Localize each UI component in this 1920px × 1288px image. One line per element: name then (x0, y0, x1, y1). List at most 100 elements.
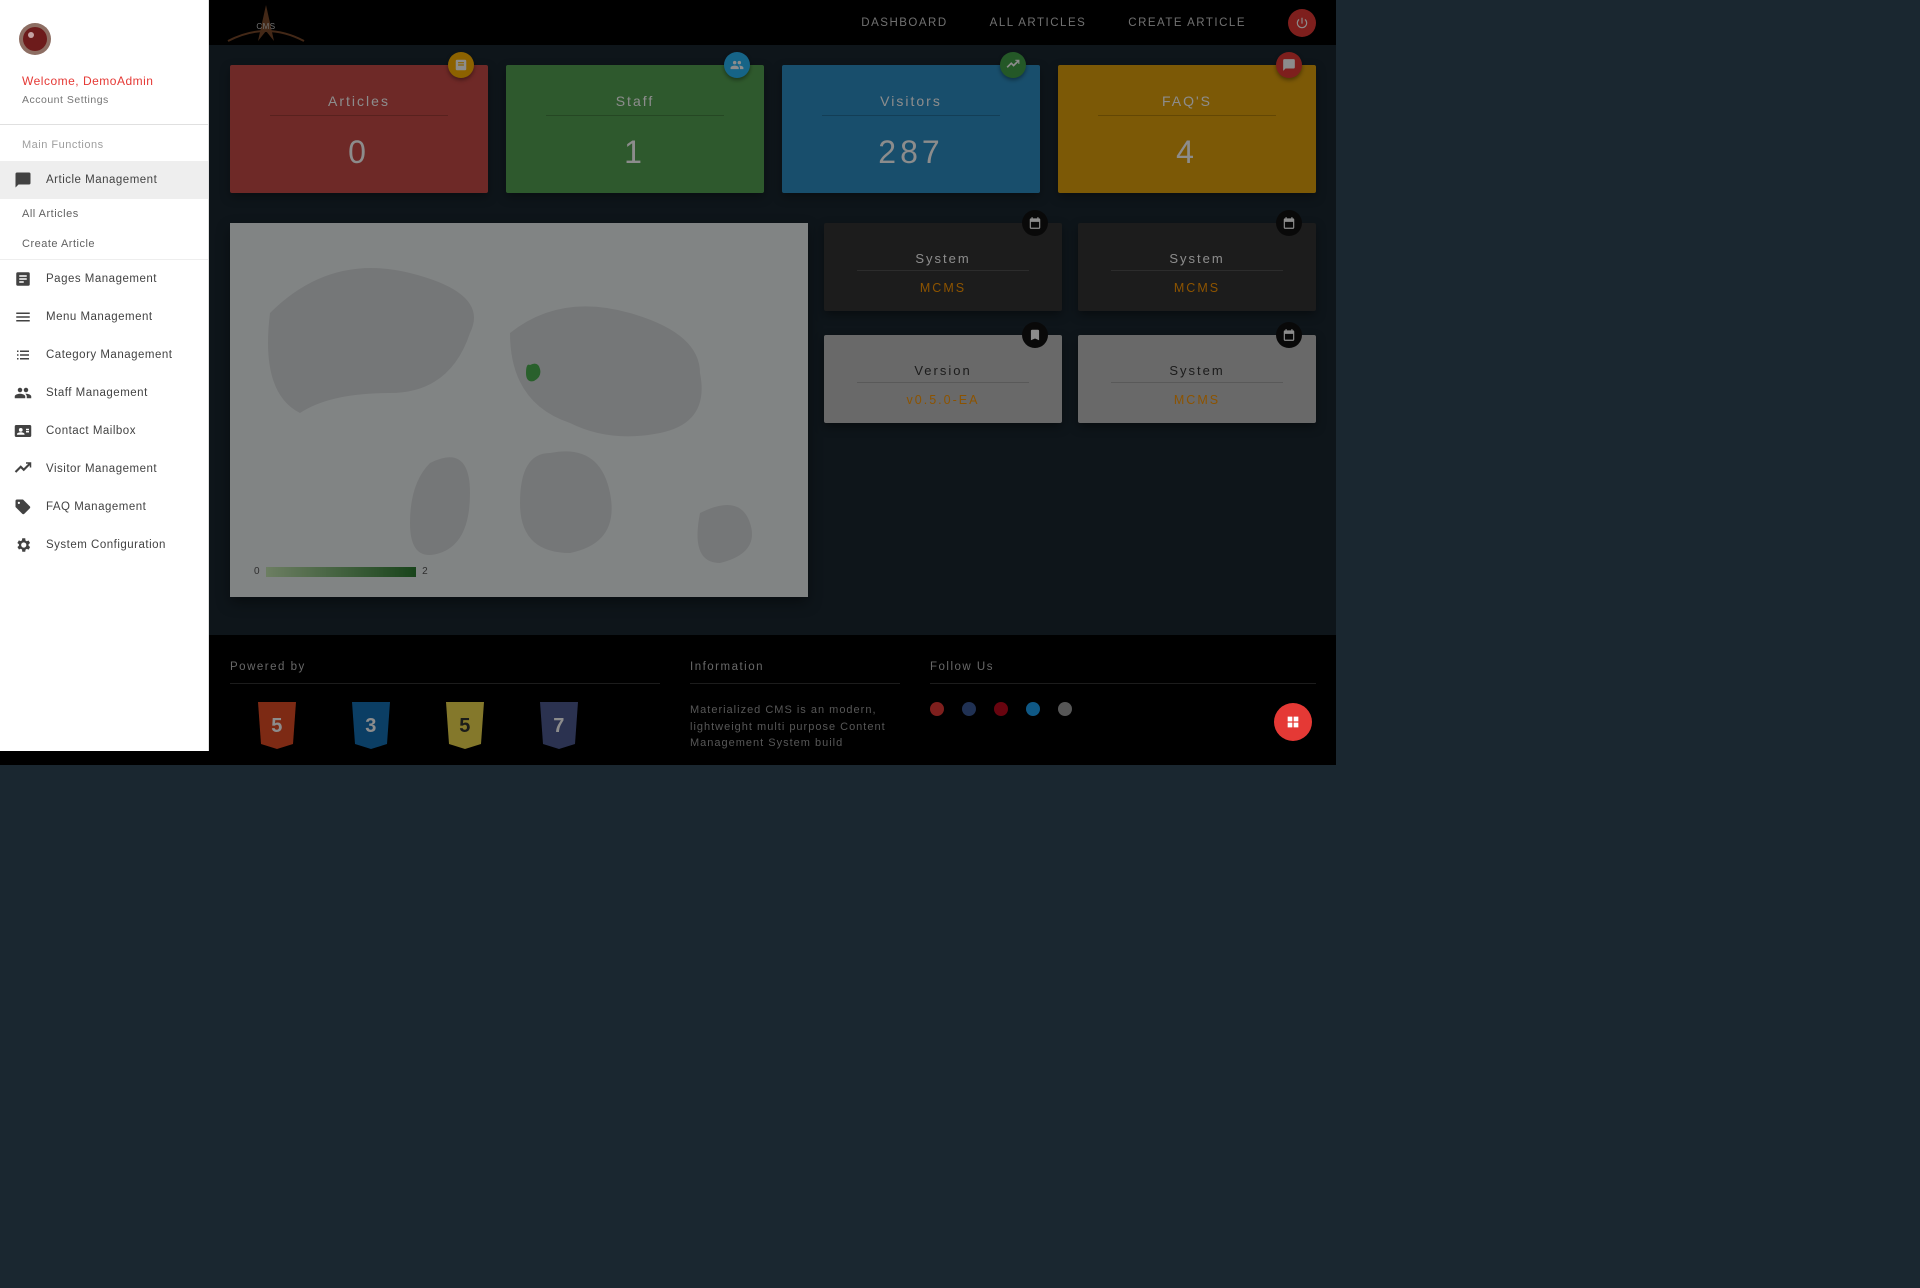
footer-powered: Powered by 5 3 5 7 (230, 661, 660, 765)
php7-icon: 7 (536, 702, 582, 759)
card-value: 287 (800, 134, 1022, 171)
sidebar-drawer: Welcome, DemoAdmin Account Settings Main… (0, 0, 209, 751)
calendar-icon (1276, 210, 1302, 236)
calendar-icon (1276, 322, 1302, 348)
svg-text:3: 3 (365, 715, 377, 737)
mini-value: MCMS (1090, 393, 1304, 407)
footer-info: Information Materialized CMS is an moder… (690, 661, 900, 765)
nav-label: FAQ Management (46, 501, 146, 513)
nav-system-config[interactable]: System Configuration (0, 526, 208, 564)
row-map-minis: 0 2 System MCMS System MCMS Version v0.5… (230, 223, 1316, 597)
footer-hdr-powered: Powered by (230, 661, 660, 684)
menu-icon (14, 308, 32, 326)
brand-mark: CMS (218, 0, 314, 45)
stat-card-visitors[interactable]: Visitors 287 (782, 65, 1040, 193)
card-value: 4 (1076, 134, 1298, 171)
social-links (930, 702, 1316, 716)
people-icon (724, 52, 750, 78)
nav-pages-management[interactable]: Pages Management (0, 260, 208, 298)
trend-icon (1000, 52, 1026, 78)
chat-icon (1276, 52, 1302, 78)
footer-hdr-info: Information (690, 661, 900, 684)
mini-system-3[interactable]: System MCMS (1078, 335, 1316, 423)
nav-label: Menu Management (46, 311, 153, 323)
css3-icon: 3 (348, 702, 394, 759)
mini-title: Version (857, 363, 1028, 383)
contact-icon (14, 422, 32, 440)
fab-button[interactable] (1274, 703, 1312, 741)
stat-card-staff[interactable]: Staff 1 (506, 65, 764, 193)
welcome-text: Welcome, DemoAdmin (0, 74, 208, 94)
top-nav: DASHBOARD ALL ARTICLES CREATE ARTICLE (861, 9, 1316, 37)
people-icon (14, 384, 32, 402)
legend-min: 0 (254, 566, 260, 577)
svg-text:CMS: CMS (256, 22, 275, 31)
footer-hdr-follow: Follow Us (930, 661, 1316, 684)
brand-logo (0, 0, 208, 74)
map-legend: 0 2 (254, 566, 428, 577)
mini-title: System (857, 251, 1028, 271)
mini-system-1[interactable]: System MCMS (824, 223, 1062, 311)
social-other-icon[interactable] (1058, 702, 1072, 716)
card-title: FAQ'S (1098, 93, 1276, 116)
nav-visitor-management[interactable]: Visitor Management (0, 450, 208, 488)
mini-title: System (1111, 363, 1282, 383)
nav-label: Pages Management (46, 273, 157, 285)
nav-label: Contact Mailbox (46, 425, 136, 437)
card-title: Visitors (822, 93, 1000, 116)
card-value: 1 (524, 134, 746, 171)
tech-logos: 5 3 5 7 (230, 702, 660, 759)
mini-version[interactable]: Version v0.5.0-EA (824, 335, 1062, 423)
html5-icon: 5 (254, 702, 300, 759)
footer-follow: Follow Us (930, 661, 1316, 765)
mini-value: MCMS (836, 281, 1050, 295)
card-title: Articles (270, 93, 448, 116)
nav-menu-management[interactable]: Menu Management (0, 298, 208, 336)
sub-all-articles[interactable]: All Articles (0, 199, 208, 229)
topnav-all-articles[interactable]: ALL ARTICLES (990, 17, 1087, 29)
nav-label: Visitor Management (46, 463, 157, 475)
nav-contact-mailbox[interactable]: Contact Mailbox (0, 412, 208, 450)
card-title: Staff (546, 93, 724, 116)
stat-card-articles[interactable]: Articles 0 (230, 65, 488, 193)
topnav-dashboard[interactable]: DASHBOARD (861, 17, 947, 29)
tag-icon (14, 498, 32, 516)
note-icon (448, 52, 474, 78)
nav-label: System Configuration (46, 539, 166, 551)
article-icon (14, 270, 32, 288)
legend-bar (266, 567, 416, 577)
chat-icon (14, 171, 32, 189)
trend-icon (14, 460, 32, 478)
power-button[interactable] (1288, 9, 1316, 37)
nav-category-management[interactable]: Category Management (0, 336, 208, 374)
nav-label: Article Management (46, 174, 157, 186)
mini-value: v0.5.0-EA (836, 393, 1050, 407)
svg-text:5: 5 (459, 715, 471, 737)
nav-label: Staff Management (46, 387, 148, 399)
mini-value: MCMS (1090, 281, 1304, 295)
calendar-icon (1022, 210, 1048, 236)
sub-create-article[interactable]: Create Article (0, 229, 208, 259)
section-header: Main Functions (0, 125, 208, 161)
world-map-svg (230, 223, 808, 597)
visitor-map[interactable]: 0 2 (230, 223, 808, 597)
social-youtube-icon[interactable] (930, 702, 944, 716)
nav-staff-management[interactable]: Staff Management (0, 374, 208, 412)
topnav-create-article[interactable]: CREATE ARTICLE (1128, 17, 1246, 29)
footer-info-text: Materialized CMS is an modern, lightweig… (690, 702, 900, 752)
social-twitter-icon[interactable] (1026, 702, 1040, 716)
mini-title: System (1111, 251, 1282, 271)
nav-article-management[interactable]: Article Management (0, 161, 208, 199)
social-facebook-icon[interactable] (962, 702, 976, 716)
social-pinterest-icon[interactable] (994, 702, 1008, 716)
account-settings-link[interactable]: Account Settings (0, 94, 208, 124)
bookmark-icon (1022, 322, 1048, 348)
nav-label: Category Management (46, 349, 172, 361)
mini-system-2[interactable]: System MCMS (1078, 223, 1316, 311)
svg-text:7: 7 (553, 715, 565, 737)
mini-grid: System MCMS System MCMS Version v0.5.0-E… (824, 223, 1316, 597)
stat-card-faqs[interactable]: FAQ'S 4 (1058, 65, 1316, 193)
nav-sub-group: All Articles Create Article (0, 199, 208, 260)
card-value: 0 (248, 134, 470, 171)
nav-faq-management[interactable]: FAQ Management (0, 488, 208, 526)
